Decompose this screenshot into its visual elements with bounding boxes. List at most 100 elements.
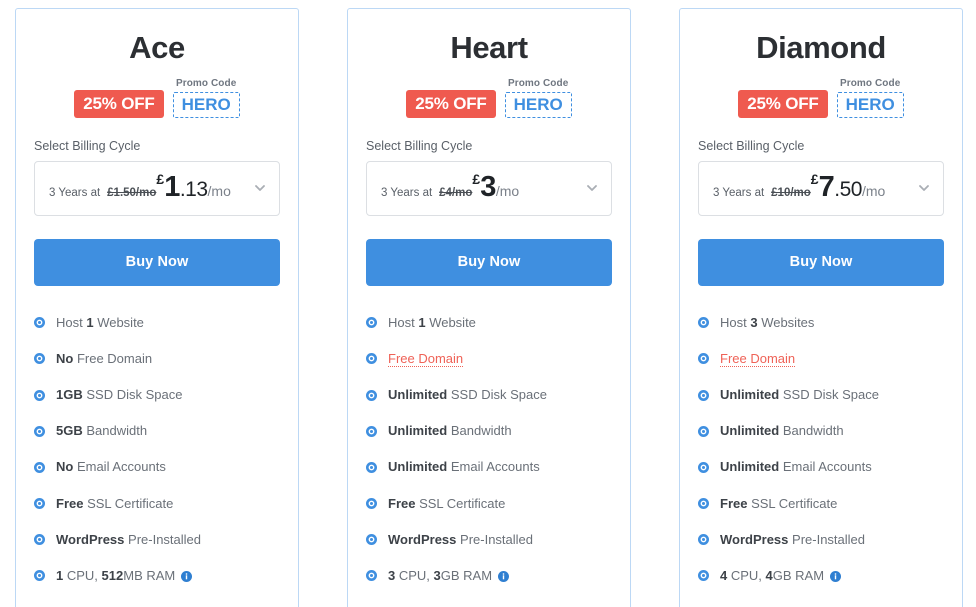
promo-code-value[interactable]: HERO	[504, 92, 572, 119]
billing-cycle-select[interactable]: 3 Years at £10/mo£7.50/mo	[698, 161, 944, 217]
feature-prefix: Host	[720, 315, 751, 331]
feature-suffix: Pre-Installed	[456, 531, 533, 547]
bullet-circle-icon	[698, 389, 709, 401]
buy-now-button[interactable]: Buy Now	[366, 239, 612, 287]
feature-value: No	[56, 351, 74, 367]
feature-value-secondary: 512	[101, 567, 124, 583]
feature-value: 1	[86, 315, 94, 331]
bullet-circle-icon	[366, 570, 377, 582]
feature-text: Unlimited Email Accounts	[720, 459, 872, 475]
feature-item: 1 CPU, 512MB RAM	[34, 568, 280, 584]
feature-value: Free	[720, 495, 748, 511]
chevron-down-icon[interactable]	[917, 181, 931, 195]
billing-term: 3 Years at	[381, 187, 433, 200]
bullet-circle-icon	[366, 353, 377, 365]
buy-now-button[interactable]: Buy Now	[34, 239, 280, 287]
feature-value: 1	[418, 315, 426, 331]
promo-code-block: Promo Code HERO	[504, 78, 572, 119]
feature-text: 1GB SSD Disk Space	[56, 387, 182, 403]
feature-suffix: SSL Certificate	[747, 495, 838, 511]
feature-text: WordPress Pre-Installed	[720, 532, 865, 548]
feature-value: Unlimited	[720, 459, 780, 475]
bullet-circle-icon	[34, 317, 45, 329]
info-icon[interactable]	[181, 570, 193, 582]
feature-suffix: Email Accounts	[779, 459, 872, 475]
feature-highlight-link[interactable]: Free Domain	[388, 351, 464, 368]
bullet-circle-icon	[366, 497, 377, 509]
feature-suffix: Pre-Installed	[788, 531, 865, 547]
feature-text: Host 1 Website	[388, 315, 476, 331]
feature-item: Unlimited Bandwidth	[698, 423, 944, 439]
info-icon[interactable]	[830, 570, 842, 582]
feature-value-secondary: 4	[765, 567, 773, 583]
current-price-row: £7.50/mo	[811, 171, 885, 203]
feature-suffix: Website	[425, 315, 476, 331]
price-decimal: .13	[179, 178, 208, 202]
feature-text: Host 3 Websites	[720, 315, 814, 331]
price-period: /mo	[495, 183, 520, 200]
promo-code-value[interactable]: HERO	[836, 92, 904, 119]
billing-cycle-select[interactable]: 3 Years at £4/mo£3/mo	[366, 161, 612, 217]
discount-badge: 25% OFF	[74, 90, 164, 119]
feature-suffix: Website	[93, 315, 144, 331]
feature-item: No Email Accounts	[34, 459, 280, 475]
billing-cycle-text: 3 Years at £10/mo£7.50/mo	[713, 171, 911, 204]
chevron-down-icon[interactable]	[585, 181, 599, 195]
plan-title: Heart	[450, 30, 528, 65]
feature-value: 1GB	[56, 387, 83, 403]
chevron-down-icon[interactable]	[253, 181, 267, 195]
current-price-row: £3/mo	[472, 171, 520, 203]
price-integer: 1	[164, 171, 180, 204]
feature-suffix: CPU,	[395, 567, 434, 583]
promo-code-label: Promo Code	[507, 78, 569, 90]
feature-list: Host 1 Website Free Domain Unlimited SSD D…	[366, 315, 612, 583]
billing-cycle-label: Select Billing Cycle	[34, 139, 141, 154]
bullet-circle-icon	[34, 353, 45, 365]
info-icon[interactable]	[498, 570, 510, 582]
feature-suffix: Email Accounts	[447, 459, 540, 475]
feature-item: Unlimited SSD Disk Space	[698, 387, 944, 403]
bullet-circle-icon	[34, 461, 45, 473]
feature-item: Free Domain	[366, 351, 612, 368]
feature-text: 3 CPU, 3GB RAM	[388, 567, 510, 584]
feature-suffix-secondary: MB RAM	[123, 567, 176, 583]
feature-highlight-link[interactable]: Free Domain	[720, 351, 796, 368]
original-price: £1.50/mo	[107, 187, 157, 200]
feature-suffix-secondary: GB RAM	[440, 567, 493, 583]
promo-code-block: Promo Code HERO	[172, 78, 240, 119]
billing-cycle-select[interactable]: 3 Years at £1.50/mo£1.13/mo	[34, 161, 280, 217]
billing-cycle-label: Select Billing Cycle	[366, 139, 473, 154]
original-price: £4/mo	[439, 187, 473, 200]
promo-code-value[interactable]: HERO	[172, 92, 240, 119]
feature-text: Unlimited Bandwidth	[388, 423, 512, 439]
feature-value: Unlimited	[720, 423, 780, 439]
bullet-circle-icon	[34, 570, 45, 582]
feature-value: Free	[56, 495, 84, 511]
billing-term-row: 3 Years at £1.50/mo	[49, 187, 156, 199]
feature-item: 3 CPU, 3GB RAM	[366, 568, 612, 584]
feature-value: Unlimited	[388, 459, 448, 475]
plan-title: Ace	[129, 30, 185, 65]
feature-value: Unlimited	[720, 387, 780, 403]
feature-suffix: Websites	[757, 315, 815, 331]
billing-cycle-text: 3 Years at £1.50/mo£1.13/mo	[49, 171, 247, 204]
current-price-row: £1.13/mo	[156, 171, 230, 203]
feature-suffix-secondary: GB RAM	[772, 567, 825, 583]
feature-text: Free SSL Certificate	[56, 496, 173, 512]
buy-now-button[interactable]: Buy Now	[698, 239, 944, 287]
feature-suffix: CPU,	[727, 567, 766, 583]
pricing-plans-grid: Ace 25% OFF Promo Code HERO Select Billing C…	[0, 0, 976, 607]
plan-card-diamond: Diamond 25% OFF Promo Code HERO Select Billi…	[679, 8, 963, 607]
plan-title: Diamond	[756, 30, 886, 65]
bullet-circle-icon	[34, 533, 45, 545]
promo-code-block: Promo Code HERO	[836, 78, 904, 119]
feature-item: Unlimited Email Accounts	[366, 459, 612, 475]
feature-item: Free SSL Certificate	[34, 496, 280, 512]
feature-text: No Email Accounts	[56, 459, 166, 475]
feature-value: WordPress	[388, 531, 457, 547]
feature-item: Unlimited SSD Disk Space	[366, 387, 612, 403]
feature-value: WordPress	[720, 531, 789, 547]
feature-suffix: CPU,	[63, 567, 102, 583]
feature-value: WordPress	[56, 531, 125, 547]
bullet-circle-icon	[34, 389, 45, 401]
